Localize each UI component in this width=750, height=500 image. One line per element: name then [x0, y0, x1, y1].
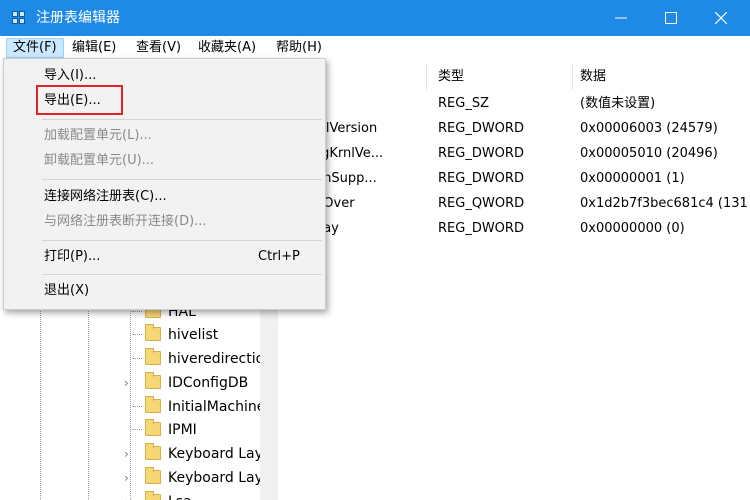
tree-item-label: hiveredirectio	[168, 351, 260, 367]
menu-separator	[42, 274, 322, 275]
folder-icon	[145, 491, 161, 500]
column-separator[interactable]	[572, 64, 573, 90]
menu-unload-hive[interactable]: 卸载配置单元(U)...	[4, 149, 325, 173]
menu-exit[interactable]: 退出(X)	[4, 279, 325, 303]
tree-item-label: Lsa	[168, 492, 260, 500]
menu-favorites[interactable]: 收藏夹(A)	[192, 38, 262, 58]
menu-item-label: 加载配置单元(L)...	[44, 128, 152, 143]
value-type: REG_DWORD	[438, 221, 524, 236]
menu-item-label: 与网络注册表断开连接(D)...	[44, 214, 207, 229]
value-type: REG_DWORD	[438, 121, 524, 136]
tree-item-label: IDConfigDB	[168, 375, 249, 391]
menu-item-shortcut: Ctrl+P	[258, 249, 300, 264]
column-header-type[interactable]: 类型	[438, 68, 464, 86]
value-data: 0x00000000 (0)	[580, 221, 685, 236]
menu-item-label: 卸载配置单元(U)...	[44, 153, 155, 168]
tree-item[interactable]: › Keyboard Lay	[118, 466, 260, 490]
column-header-data[interactable]: 数据	[580, 68, 606, 86]
value-data: 0x00000001 (1)	[580, 171, 685, 186]
value-type: REG_DWORD	[438, 146, 524, 161]
value-data: 0x1d2b7f3bec681c4 (131	[580, 196, 748, 211]
menu-edit[interactable]: 编辑(E)	[66, 38, 122, 58]
menu-load-hive[interactable]: 加载配置单元(L)...	[4, 124, 325, 148]
menu-separator	[42, 119, 322, 120]
menu-item-label: 连接网络注册表(C)...	[44, 189, 167, 204]
value-row[interactable]: linDxgKrnlVe... REG_DWORD 0x00005010 (20…	[288, 145, 750, 170]
folder-icon	[145, 348, 161, 365]
tree-item-label: hivelist	[168, 327, 219, 343]
minimize-icon	[615, 17, 627, 19]
close-icon	[715, 12, 727, 24]
tree-item[interactable]: hiveredirectio	[118, 347, 260, 371]
tree-item[interactable]: IPMI	[118, 418, 260, 442]
value-type: REG_QWORD	[438, 196, 525, 211]
export-highlight-box	[36, 85, 123, 115]
value-data: (数值未设置)	[580, 96, 656, 111]
value-row[interactable]: atformSupp... REG_DWORD 0x00000001 (1)	[288, 170, 750, 195]
value-type: REG_DWORD	[438, 171, 524, 186]
folder-icon	[145, 443, 161, 460]
tree-item[interactable]: InitialMachine	[118, 395, 260, 419]
values-list[interactable]: 类型 数据 默认) REG_SZ (数值未设置) xgKrnlVersion R…	[288, 60, 750, 500]
tree-item[interactable]: › Lsa	[118, 490, 260, 500]
value-type: REG_SZ	[438, 96, 489, 111]
folder-icon	[145, 419, 161, 436]
value-row[interactable]: xgKrnlVersion REG_DWORD 0x00006003 (2457…	[288, 120, 750, 145]
maximize-button[interactable]	[646, 0, 696, 36]
tree-item[interactable]: › Keyboard Lay	[118, 442, 260, 466]
tree-item-label: Keyboard Lay	[168, 446, 260, 462]
value-data: 0x00006003 (24579)	[580, 121, 718, 136]
tree-item[interactable]: hivelist	[118, 323, 260, 347]
menu-print[interactable]: 打印(P)... Ctrl+P	[4, 245, 325, 269]
menu-separator	[42, 240, 322, 241]
folder-icon	[145, 467, 161, 484]
maximize-icon	[665, 12, 677, 24]
value-row[interactable]: drDelay REG_DWORD 0x00000000 (0)	[288, 220, 750, 245]
chevron-right-icon[interactable]: ›	[124, 470, 134, 486]
menu-separator	[42, 179, 322, 180]
column-separator[interactable]	[426, 64, 427, 90]
window-title: 注册表编辑器	[36, 10, 120, 26]
menu-bar: 文件(F) 编辑(E) 查看(V) 收藏夹(A) 帮助(H)	[0, 36, 750, 60]
close-button[interactable]	[696, 0, 746, 36]
tree-item-label: IPMI	[168, 422, 197, 438]
value-data: 0x00005010 (20496)	[580, 146, 718, 161]
title-bar: 注册表编辑器	[0, 0, 750, 36]
folder-icon	[145, 372, 161, 389]
tree-item-label: InitialMachine	[168, 399, 260, 415]
menu-disconnect-network-registry[interactable]: 与网络注册表断开连接(D)...	[4, 210, 325, 234]
registry-editor-icon	[12, 11, 26, 25]
value-row[interactable]: 默认) REG_SZ (数值未设置)	[288, 95, 750, 120]
menu-connect-network-registry[interactable]: 连接网络注册表(C)...	[4, 185, 325, 209]
menu-view[interactable]: 查看(V)	[130, 38, 187, 58]
tree-item[interactable]: › IDConfigDB	[118, 371, 260, 395]
value-row[interactable]: ollingOver REG_QWORD 0x1d2b7f3bec681c4 (…	[288, 195, 750, 220]
file-menu-dropdown: 导入(I)... 导出(E)... 加载配置单元(L)... 卸载配置单元(U)…	[3, 58, 326, 310]
chevron-right-icon[interactable]: ›	[124, 446, 134, 462]
minimize-button[interactable]	[596, 0, 646, 36]
chevron-right-icon[interactable]: ›	[124, 494, 134, 500]
menu-item-label: 打印(P)...	[44, 249, 101, 264]
menu-item-label: 退出(X)	[44, 283, 90, 298]
folder-icon	[145, 396, 161, 413]
folder-icon	[145, 324, 161, 341]
tree-item-label: Keyboard Lay	[168, 470, 260, 486]
menu-file[interactable]: 文件(F)	[6, 38, 64, 58]
menu-help[interactable]: 帮助(H)	[270, 38, 328, 58]
chevron-right-icon[interactable]: ›	[124, 375, 134, 391]
